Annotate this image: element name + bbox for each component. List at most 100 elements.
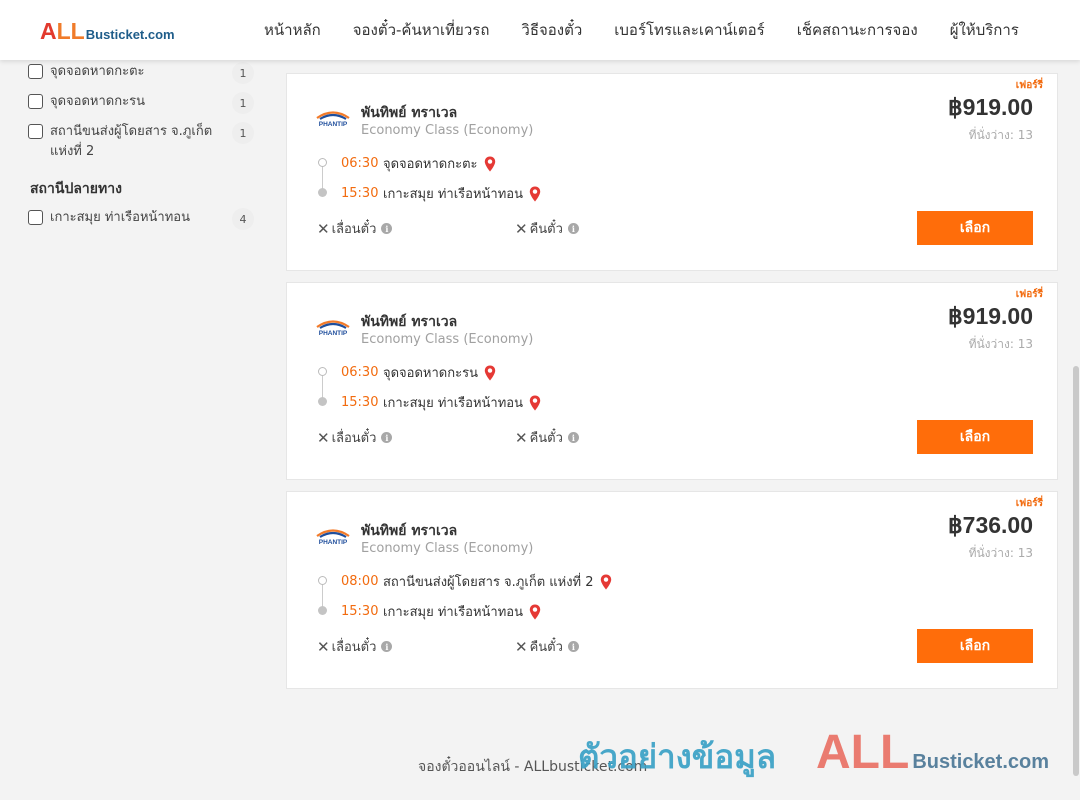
departure-time: 06:30 <box>341 365 379 380</box>
trip-price: ฿919.00 <box>948 303 1033 329</box>
filter-label: จุดจอดหาดกะตะ <box>50 64 145 79</box>
arrival-time: 15:30 <box>341 604 379 619</box>
site-logo[interactable]: ALL Busticket.com <box>40 18 175 45</box>
select-trip-button[interactable]: เลือก <box>917 420 1033 454</box>
close-x-icon: ✕ <box>515 428 528 447</box>
info-icon[interactable]: i <box>567 223 579 234</box>
close-x-icon: ✕ <box>515 219 528 238</box>
destination-section-title: สถานีปลายทาง <box>30 181 122 197</box>
info-icon[interactable]: i <box>567 432 579 443</box>
nav-check-status[interactable]: เช็คสถานะการจอง <box>781 18 934 42</box>
nav-how-to-book[interactable]: วิธีจองตั๋ว <box>505 18 598 42</box>
filter-label: เกาะสมุย ท่าเรือหน้าทอน <box>50 210 190 225</box>
departure-time: 08:00 <box>341 574 379 589</box>
seats-available: ที่นั่งว่าง: 13 <box>968 337 1033 351</box>
refund-policy: ✕ คืนตั๋ว i <box>515 636 579 657</box>
departure-dot <box>318 576 327 585</box>
seats-available: ที่นั่งว่าง: 13 <box>968 546 1033 560</box>
map-pin-icon[interactable] <box>600 574 612 590</box>
operator-name: พันทิพย์ ทราเวล <box>361 314 458 330</box>
refund-label: คืนตั๋ว <box>529 640 563 655</box>
checkbox-icon[interactable] <box>28 64 43 79</box>
checkbox-icon[interactable] <box>28 210 43 225</box>
reschedule-label: เลื่อนตั๋ว <box>331 222 377 237</box>
phantip-logo: PHANTIP <box>316 529 350 546</box>
filter-item-boarding[interactable]: สถานีขนส่งผู้โดยสาร จ.ภูเก็ต แห่งที่ 2 1 <box>28 122 256 162</box>
info-icon[interactable]: i <box>381 223 393 234</box>
info-icon[interactable]: i <box>381 641 393 652</box>
checkbox-icon[interactable] <box>28 94 43 109</box>
departure-dot <box>318 158 327 167</box>
watermark-text: ตัวอย่างข้อมูล <box>578 737 777 776</box>
filter-item-boarding[interactable]: จุดจอดหาดกะตะ 1 <box>28 62 256 84</box>
logo-rest-text: Busticket.com <box>85 27 175 42</box>
departure-place: สถานีขนส่งผู้โดยสาร จ.ภูเก็ต แห่งที่ 2 <box>383 575 594 590</box>
close-x-icon: ✕ <box>515 637 528 656</box>
refund-label: คืนตั๋ว <box>529 431 563 446</box>
top-header: ALL Busticket.com หน้าหลัก จองตั๋ว-ค้นหา… <box>0 0 1080 60</box>
select-trip-button[interactable]: เลือก <box>917 629 1033 663</box>
refund-label: คืนตั๋ว <box>529 222 563 237</box>
nav-home[interactable]: หน้าหลัก <box>248 18 337 42</box>
map-pin-icon[interactable] <box>529 604 541 620</box>
close-x-icon: ✕ <box>317 219 330 238</box>
main-nav: หน้าหลัก จองตั๋ว-ค้นหาเที่ยวรถ วิธีจองตั… <box>248 0 1035 60</box>
departure-place: จุดจอดหาดกะตะ <box>383 157 478 172</box>
phantip-logo: PHANTIP <box>316 320 350 337</box>
seat-class: Economy Class (Economy) <box>361 332 534 347</box>
reschedule-policy: ✕ เลื่อนตั๋ว i <box>317 636 393 657</box>
map-pin-icon[interactable] <box>484 156 496 172</box>
info-icon[interactable]: i <box>381 432 393 443</box>
filter-count-badge: 1 <box>232 92 254 114</box>
filter-count-badge: 1 <box>232 122 254 144</box>
refund-policy: ✕ คืนตั๋ว i <box>515 218 579 239</box>
departure-place: จุดจอดหาดกะรน <box>383 366 478 381</box>
nav-phone-counter[interactable]: เบอร์โทรและเคาน์เตอร์ <box>598 18 780 42</box>
promo-badge: เฟอร์รี่ <box>1015 498 1043 509</box>
reschedule-label: เลื่อนตั๋ว <box>331 431 377 446</box>
map-pin-icon[interactable] <box>484 365 496 381</box>
trip-card: เฟอร์รี่ PHANTIP พันทิพย์ ทราเวล Economy… <box>286 491 1058 689</box>
scrollbar-thumb[interactable] <box>1073 366 1079 776</box>
map-pin-icon[interactable] <box>529 395 541 411</box>
logo-all-text: ALL <box>40 18 85 44</box>
info-icon[interactable]: i <box>567 641 579 652</box>
trip-card: เฟอร์รี่ PHANTIP พันทิพย์ ทราเวล Economy… <box>286 282 1058 480</box>
seats-available: ที่นั่งว่าง: 13 <box>968 128 1033 142</box>
departure-time: 06:30 <box>341 156 379 171</box>
trip-card: เฟอร์รี่ PHANTIP พันทิพย์ ทราเวล Economy… <box>286 73 1058 271</box>
arrival-time: 15:30 <box>341 395 379 410</box>
departure-row: 08:00 สถานีขนส่งผู้โดยสาร จ.ภูเก็ต แห่งท… <box>341 571 612 592</box>
seat-class: Economy Class (Economy) <box>361 123 534 138</box>
watermark-logo-rest: Busticket.com <box>912 751 1050 773</box>
nav-book-search[interactable]: จองตั๋ว-ค้นหาเที่ยวรถ <box>337 18 506 42</box>
phantip-logo-text: PHANTIP <box>319 121 348 128</box>
trip-price: ฿919.00 <box>948 94 1033 120</box>
arrival-place: เกาะสมุย ท่าเรือหน้าทอน <box>383 605 523 620</box>
arrival-place: เกาะสมุย ท่าเรือหน้าทอน <box>383 396 523 411</box>
arrival-place: เกาะสมุย ท่าเรือหน้าทอน <box>383 187 523 202</box>
filter-item-destination[interactable]: เกาะสมุย ท่าเรือหน้าทอน 4 <box>28 208 256 230</box>
close-x-icon: ✕ <box>317 637 330 656</box>
close-x-icon: ✕ <box>317 428 330 447</box>
filter-count-badge: 4 <box>232 208 254 230</box>
departure-row: 06:30 จุดจอดหาดกะรน <box>341 362 496 383</box>
select-trip-button[interactable]: เลือก <box>917 211 1033 245</box>
watermark-logo: ALL Busticket.com <box>816 725 1049 780</box>
arrival-row: 15:30 เกาะสมุย ท่าเรือหน้าทอน <box>341 183 541 204</box>
filter-item-boarding[interactable]: จุดจอดหาดกะรน 1 <box>28 92 256 114</box>
filter-label: จุดจอดหาดกะรน <box>50 94 145 109</box>
departure-row: 06:30 จุดจอดหาดกะตะ <box>341 153 496 174</box>
operator-name: พันทิพย์ ทราเวล <box>361 105 458 121</box>
arrival-row: 15:30 เกาะสมุย ท่าเรือหน้าทอน <box>341 392 541 413</box>
arrival-dot <box>318 188 327 197</box>
checkbox-icon[interactable] <box>28 124 43 139</box>
watermark-logo-all: ALL <box>816 726 910 779</box>
arrival-dot <box>318 397 327 406</box>
reschedule-policy: ✕ เลื่อนตั๋ว i <box>317 427 393 448</box>
reschedule-policy: ✕ เลื่อนตั๋ว i <box>317 218 393 239</box>
nav-operators[interactable]: ผู้ให้บริการ <box>934 18 1035 42</box>
seat-class: Economy Class (Economy) <box>361 541 534 556</box>
map-pin-icon[interactable] <box>529 186 541 202</box>
phantip-logo: PHANTIP <box>316 111 350 128</box>
